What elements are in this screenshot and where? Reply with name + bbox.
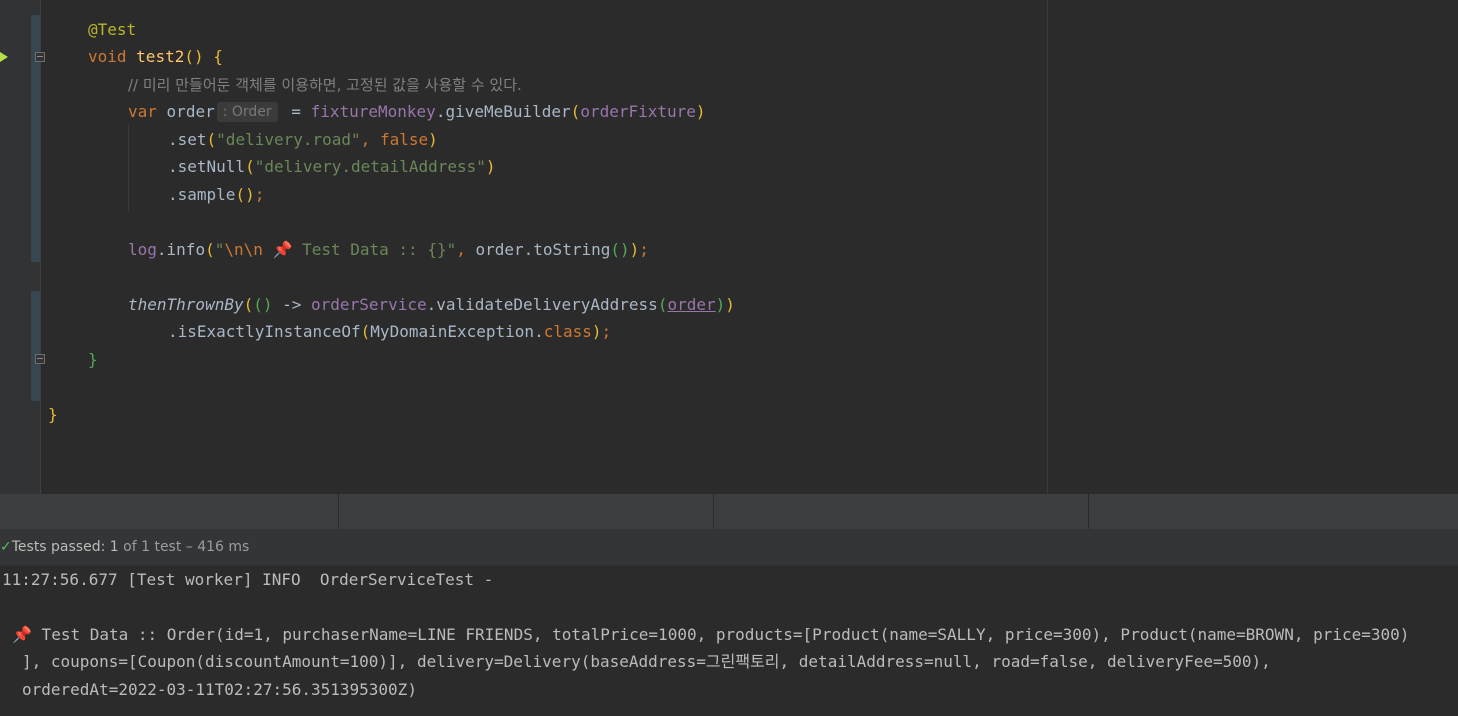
fold-icon[interactable] [35,52,45,62]
console-text: Test Data :: Order(id=1, purchaserName=L… [31,625,1410,644]
test-status: ✓Tests passed: 1 of 1 test – 416 ms [0,537,249,557]
method-then-thrown-by: thenThrownBy [128,295,244,314]
code-line-setnull: .setNull("delivery.detailAddress") [168,157,496,176]
code-line-method-signature: void test2() { [88,47,223,66]
method-to-string: .toString [523,240,611,259]
string-escape: \n\n [224,240,263,259]
test-status-bar: ✓Tests passed: 1 of 1 test – 416 ms [0,529,1458,566]
code-line-class-close: } [48,405,58,424]
indent-guide [128,125,129,211]
test-duration: – 416 ms [185,539,250,555]
variable-order-ref: order [475,240,524,259]
code-line-annotation: @Test [88,19,136,41]
code-line-method-close: } [88,350,98,369]
annotation-test: @Test [88,20,137,39]
keyword-void: void [88,47,127,66]
string-detail-address: "delivery.detailAddress" [254,157,486,176]
keyword-class: class [543,322,592,341]
lambda-arrow: -> [272,295,312,314]
right-margin-guide [1047,0,1048,494]
console-line: orderedAt=2022-03-11T02:27:56.351395300Z… [22,680,417,699]
console-line: 11:27:56.677 [Test worker] INFO OrderSer… [2,570,494,589]
field-log: log [128,240,157,259]
code-line-instance-of: .isExactlyInstanceOf(MyDomainException.c… [168,322,612,341]
method-sample: .sample [168,185,236,204]
field-order-service: orderService [311,295,427,314]
variable-order: order [166,102,215,121]
console-line: 📌 Test Data :: Order(id=1, purchaserName… [12,624,1409,646]
param-order: order [667,295,716,314]
code-line-thrown-by: thenThrownBy(() -> orderService.validate… [128,295,735,314]
tab-separator [338,494,339,529]
method-set: .set [168,130,207,149]
class-my-domain-exception: MyDomainException [370,322,535,341]
method-is-exactly-instance-of: .isExactlyInstanceOf [168,322,361,341]
passed-count: 1 [109,539,119,555]
gutter-separator [40,0,41,494]
vcs-change-marker[interactable] [31,291,40,401]
console-line: ], coupons=[Coupon(discountAmount=100)],… [22,652,1271,671]
code-line-sample: .sample(); [168,185,265,204]
keyword-var: var [128,102,157,121]
tab-separator [713,494,714,529]
console-output[interactable]: 11:27:56.677 [Test worker] INFO OrderSer… [0,566,1458,716]
code-line-log: log.info("\n\n 📌 Test Data :: {}", order… [128,240,649,259]
method-name: test2 [136,47,185,66]
code-editor[interactable]: @Test void test2() { // 미리 만들어둔 객체를 이용하면… [0,0,1458,494]
string-quote: " [214,240,225,259]
method-info: .info [156,240,206,259]
run-tabs-strip [0,494,1458,529]
check-icon: ✓ [0,539,12,555]
method-setnull: .setNull [168,157,246,176]
method-validate-delivery-address: .validateDeliveryAddress [426,295,658,314]
fold-icon[interactable] [35,354,45,364]
total-tests: of 1 test [123,539,182,555]
param-order-fixture: orderFixture [580,102,696,121]
keyword-false: false [379,130,429,149]
type-hint: : Order [216,102,278,122]
method-give-me-builder: .giveMeBuilder [435,102,571,121]
status-label: Tests passed: [11,539,106,555]
code-comment: // 미리 만들어둔 객체를 이용하면, 고정된 값을 사용할 수 있다. [128,76,522,94]
pushpin-icon: 📌 [272,240,293,259]
assign-operator: = [281,102,311,121]
code-line-set: .set("delivery.road", false) [168,130,438,149]
string-log-message: Test Data :: {}" [292,240,457,259]
field-fixture-monkey: fixtureMonkey [310,102,436,121]
code-line-comment: // 미리 만들어둔 객체를 이용하면, 고정된 값을 사용할 수 있다. [128,74,522,96]
string-delivery-road: "delivery.road" [216,130,361,149]
code-line-var-decl: var order: Order = fixtureMonkey.giveMeB… [128,102,706,122]
run-test-icon[interactable] [0,52,8,62]
tab-separator [1088,494,1089,529]
pushpin-icon: 📌 [12,625,32,644]
